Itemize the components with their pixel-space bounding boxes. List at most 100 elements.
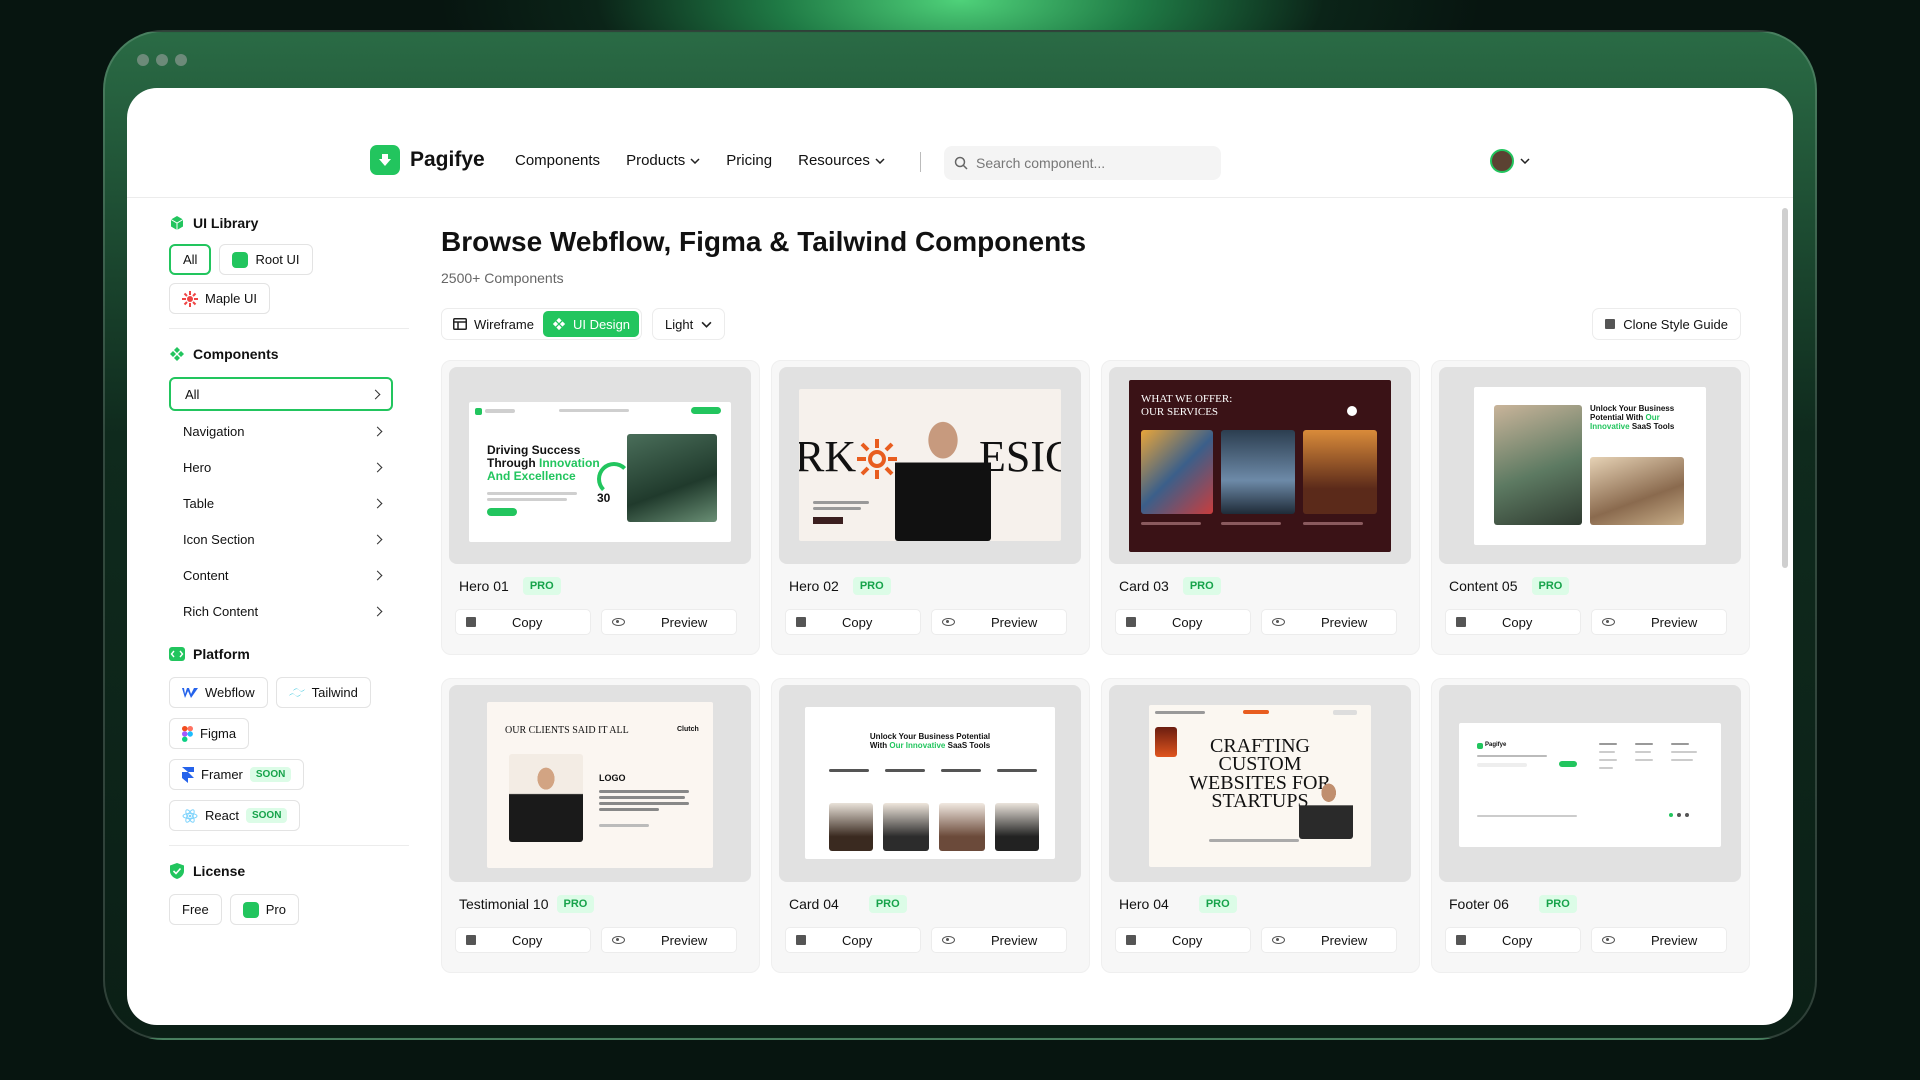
preview-button[interactable]: Preview	[601, 927, 737, 953]
main-scrollbar[interactable]	[1782, 208, 1788, 568]
component-card[interactable]: Unlock Your Business Potential With Our …	[1431, 360, 1750, 655]
card-thumbnail[interactable]: CRAFTING CUSTOM WEBSITES FOR STARTUPS	[1109, 685, 1411, 882]
preview-label: Preview	[1321, 614, 1368, 630]
component-card[interactable]: Pagifye Footer 06 PRO Copy Preview	[1431, 678, 1750, 973]
app-window: Pagifye Components Products Pricing Reso…	[127, 88, 1793, 1025]
card-name: Content 05	[1449, 578, 1518, 594]
card-thumbnail[interactable]: RK ESIG	[779, 367, 1081, 564]
avatar[interactable]	[1490, 149, 1514, 173]
platform-chip-framer[interactable]: Framer SOON	[169, 759, 305, 790]
preview-button[interactable]: Preview	[1591, 927, 1727, 953]
component-card[interactable]: RK ESIG Hero 02 PRO Copy Preview	[771, 360, 1090, 655]
copy-button[interactable]: Copy	[1115, 609, 1251, 635]
category-item-icon-section[interactable]: Icon Section	[169, 521, 393, 557]
copy-label: Copy	[512, 614, 543, 630]
copy-button[interactable]: Copy	[1115, 927, 1251, 953]
clone-style-guide-button[interactable]: Clone Style Guide	[1592, 308, 1741, 340]
thumb-headline: Through	[487, 456, 536, 471]
platform-chip-tailwind[interactable]: Tailwind	[275, 677, 371, 708]
card-thumbnail[interactable]: Driving Success Through Innovation And E…	[449, 367, 751, 564]
preview-label: Preview	[661, 614, 708, 630]
category-item-rich-content[interactable]: Rich Content	[169, 593, 393, 629]
ui-library-title: UI Library	[193, 215, 259, 231]
preview-button[interactable]: Preview	[1591, 609, 1727, 635]
category-item-navigation[interactable]: Navigation	[169, 413, 393, 449]
main-nav: Components Products Pricing Resources	[515, 152, 885, 169]
nav-products[interactable]: Products	[626, 152, 700, 169]
user-menu[interactable]	[1490, 149, 1530, 173]
nav-components-label: Components	[515, 152, 601, 169]
preview-button[interactable]: Preview	[1261, 927, 1397, 953]
nav-resources-label: Resources	[798, 152, 870, 169]
search-icon	[954, 156, 968, 170]
search-input[interactable]	[976, 155, 1206, 171]
eye-icon	[942, 936, 955, 944]
component-card[interactable]: CRAFTING CUSTOM WEBSITES FOR STARTUPS He…	[1101, 678, 1420, 973]
copy-button[interactable]: Copy	[1445, 609, 1581, 635]
library-chip-maple-ui[interactable]: Maple UI	[169, 283, 271, 314]
hero-04-preview: CRAFTING CUSTOM WEBSITES FOR STARTUPS	[1149, 705, 1371, 867]
theme-select[interactable]: Light	[652, 308, 726, 340]
brand-logo[interactable]: Pagifye	[370, 145, 485, 175]
thumb-brand-text: LOGO	[599, 773, 626, 783]
nav-components[interactable]: Components	[515, 152, 600, 169]
category-item-hero[interactable]: Hero	[169, 449, 393, 485]
category-item-all[interactable]: All	[169, 377, 393, 411]
nav-resources[interactable]: Resources	[798, 152, 885, 169]
platform-chip-figma[interactable]: Figma	[169, 718, 250, 749]
card-thumbnail[interactable]: Unlock Your Business Potential With Our …	[1439, 367, 1741, 564]
nav-pricing[interactable]: Pricing	[726, 152, 772, 169]
components-section-title: Components	[169, 343, 409, 365]
license-chip-free[interactable]: Free	[169, 894, 222, 925]
preview-button[interactable]: Preview	[931, 927, 1067, 953]
category-label: Navigation	[183, 423, 245, 439]
card-title: Card 04 PRO	[789, 895, 907, 913]
preview-button[interactable]: Preview	[1261, 609, 1397, 635]
preview-button[interactable]: Preview	[931, 609, 1067, 635]
thumb-headline-highlight: Innovation	[539, 456, 600, 471]
license-chips: Free Pro	[169, 894, 409, 925]
card-thumbnail[interactable]: Unlock Your Business Potential With Our …	[779, 685, 1081, 882]
card-title: Hero 02 PRO	[789, 577, 891, 595]
license-chip-pro[interactable]: Pro	[229, 894, 299, 925]
preview-label: Preview	[991, 932, 1038, 948]
card-name: Footer 06	[1449, 896, 1509, 912]
category-item-table[interactable]: Table	[169, 485, 393, 521]
theme-label: Light	[665, 316, 694, 332]
component-card[interactable]: WHAT WE OFFER: OUR SERVICES Card 03 PRO	[1101, 360, 1420, 655]
category-item-content[interactable]: Content	[169, 557, 393, 593]
platform-chip-react[interactable]: React SOON	[169, 800, 301, 831]
sun-mark-icon	[857, 439, 897, 479]
chevron-down-icon	[690, 157, 700, 164]
search-box[interactable]	[944, 146, 1221, 180]
copy-button[interactable]: Copy	[1445, 927, 1581, 953]
copy-button[interactable]: Copy	[455, 609, 591, 635]
library-chip-all[interactable]: All	[169, 244, 212, 275]
thumb-heading: Potential With	[1590, 412, 1644, 422]
platform-chip-webflow[interactable]: Webflow	[169, 677, 268, 708]
maple-ui-logo-icon	[182, 290, 198, 307]
license-section-title: License	[169, 860, 409, 882]
chip-label: Tailwind	[311, 685, 358, 700]
copy-icon	[796, 935, 806, 945]
view-wireframe-button[interactable]: Wireframe	[444, 311, 543, 337]
copy-button[interactable]: Copy	[785, 927, 921, 953]
card-name: Card 03	[1119, 578, 1169, 594]
library-chip-root-ui[interactable]: Root UI	[219, 244, 313, 275]
eye-icon	[1602, 936, 1615, 944]
component-card[interactable]: OUR CLIENTS SAID IT ALL Clutch LOGO Test…	[441, 678, 760, 973]
copy-icon	[466, 617, 476, 627]
card-thumbnail[interactable]: Pagifye	[1439, 685, 1741, 882]
preview-button[interactable]: Preview	[601, 609, 737, 635]
chevron-right-icon	[372, 606, 383, 616]
card-title: Hero 01 PRO	[459, 577, 561, 595]
component-card[interactable]: Unlock Your Business Potential With Our …	[771, 678, 1090, 973]
copy-button[interactable]: Copy	[455, 927, 591, 953]
view-ui-design-button[interactable]: UI Design	[542, 311, 640, 337]
card-thumbnail[interactable]: OUR CLIENTS SAID IT ALL Clutch LOGO	[449, 685, 751, 882]
copy-button[interactable]: Copy	[785, 609, 921, 635]
card-thumbnail[interactable]: WHAT WE OFFER: OUR SERVICES	[1109, 367, 1411, 564]
thumb-heading: SaaS Tools	[947, 740, 991, 750]
component-card[interactable]: Driving Success Through Innovation And E…	[441, 360, 760, 655]
pro-badge: PRO	[868, 895, 907, 913]
